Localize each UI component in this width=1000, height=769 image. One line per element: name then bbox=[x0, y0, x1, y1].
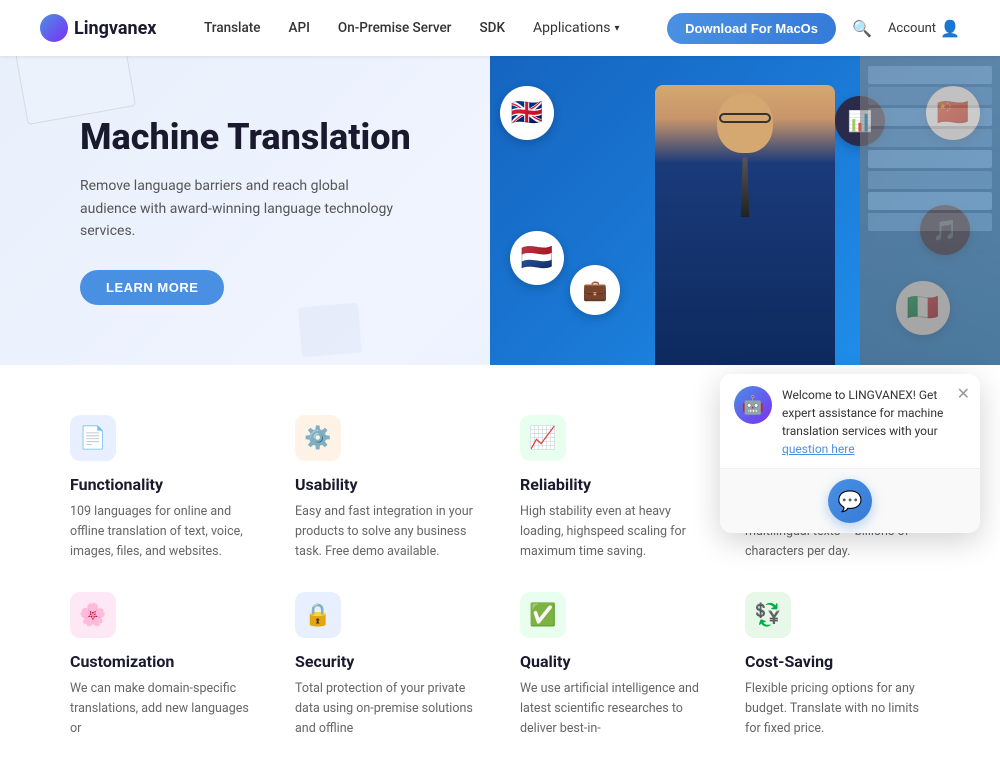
reliability-icon: 📈 bbox=[520, 415, 566, 461]
customization-icon: 🌸 bbox=[70, 592, 116, 638]
person-figure bbox=[655, 85, 835, 365]
reliability-desc: High stability even at heavy loading, hi… bbox=[520, 502, 705, 562]
search-icon[interactable]: 🔍 bbox=[852, 19, 872, 38]
navbar: Lingvanex Translate API On-Premise Serve… bbox=[0, 0, 1000, 56]
nav-api[interactable]: API bbox=[289, 20, 310, 36]
feature-functionality: 📄 Functionality 109 languages for online… bbox=[60, 415, 265, 562]
nav-applications-label: Applications bbox=[533, 20, 611, 36]
server-row bbox=[868, 108, 992, 126]
chat-avatar: 🤖 bbox=[734, 386, 772, 424]
deco-shape-bl bbox=[298, 303, 362, 358]
functionality-title: Functionality bbox=[70, 475, 255, 494]
server-row bbox=[868, 129, 992, 147]
quality-icon: ✅ bbox=[520, 592, 566, 638]
server-row bbox=[868, 213, 992, 231]
feature-security: 🔒 Security Total protection of your priv… bbox=[285, 592, 490, 739]
server-row bbox=[868, 87, 992, 105]
chevron-down-icon: ▾ bbox=[615, 23, 620, 34]
functionality-icon: 📄 bbox=[70, 415, 116, 461]
usability-title: Usability bbox=[295, 475, 480, 494]
quality-title: Quality bbox=[520, 652, 705, 671]
usability-icon: ⚙️ bbox=[295, 415, 341, 461]
logo-icon bbox=[40, 14, 68, 42]
account-icon: 👤 bbox=[940, 19, 960, 38]
functionality-desc: 109 languages for online and offline tra… bbox=[70, 502, 255, 562]
security-icon: 🔒 bbox=[295, 592, 341, 638]
cost-saving-icon: 💱 bbox=[745, 592, 791, 638]
chat-send-button[interactable]: 💬 bbox=[828, 479, 872, 523]
feature-cost-saving: 💱 Cost-Saving Flexible pricing options f… bbox=[735, 592, 940, 739]
nav-right: Download For MacOs 🔍 Account 👤 bbox=[667, 13, 960, 44]
reliability-title: Reliability bbox=[520, 475, 705, 494]
nav-on-premise[interactable]: On-Premise Server bbox=[338, 20, 452, 36]
flag-uk: 🇬🇧 bbox=[500, 86, 554, 140]
flag-nl: 🇳🇱 bbox=[510, 231, 564, 285]
security-desc: Total protection of your private data us… bbox=[295, 679, 480, 739]
hero-subtitle: Remove language barriers and reach globa… bbox=[80, 175, 400, 242]
customization-desc: We can make domain-specific translations… bbox=[70, 679, 255, 739]
customization-title: Customization bbox=[70, 652, 255, 671]
download-button[interactable]: Download For MacOs bbox=[667, 13, 836, 44]
usability-desc: Easy and fast integration in your produc… bbox=[295, 502, 480, 562]
security-title: Security bbox=[295, 652, 480, 671]
learn-more-button[interactable]: LEARN MORE bbox=[80, 270, 224, 305]
server-rack bbox=[860, 56, 1000, 365]
nav-translate[interactable]: Translate bbox=[204, 20, 260, 36]
account-menu[interactable]: Account 👤 bbox=[888, 19, 960, 38]
nav-logo[interactable]: Lingvanex bbox=[40, 14, 156, 42]
feature-usability: ⚙️ Usability Easy and fast integration i… bbox=[285, 415, 490, 562]
account-label: Account bbox=[888, 21, 936, 36]
feature-customization: 🌸 Customization We can make domain-speci… bbox=[60, 592, 265, 739]
server-row bbox=[868, 66, 992, 84]
server-row bbox=[868, 171, 992, 189]
person-tie bbox=[739, 157, 751, 217]
feature-quality: ✅ Quality We use artificial intelligence… bbox=[510, 592, 715, 739]
hero-person bbox=[615, 75, 875, 365]
chat-greeting-text: Welcome to LINGVANEX! Get expert assista… bbox=[782, 386, 966, 458]
chat-widget: ✕ 🤖 Welcome to LINGVANEX! Get expert ass… bbox=[720, 374, 980, 533]
hero-section: Machine Translation Remove language barr… bbox=[0, 56, 1000, 365]
logo-text: Lingvanex bbox=[74, 18, 156, 39]
nav-applications[interactable]: Applications ▾ bbox=[533, 20, 620, 36]
cost-saving-title: Cost-Saving bbox=[745, 652, 930, 671]
feature-reliability: 📈 Reliability High stability even at hea… bbox=[510, 415, 715, 562]
chat-close-button[interactable]: ✕ bbox=[957, 384, 970, 404]
quality-desc: We use artificial intelligence and lates… bbox=[520, 679, 705, 739]
chat-footer: 💬 bbox=[720, 469, 980, 533]
chat-header: ✕ 🤖 Welcome to LINGVANEX! Get expert ass… bbox=[720, 374, 980, 469]
hero-title: Machine Translation bbox=[80, 116, 450, 159]
chat-avatar-row: 🤖 Welcome to LINGVANEX! Get expert assis… bbox=[734, 386, 966, 458]
cost-saving-desc: Flexible pricing options for any budget.… bbox=[745, 679, 930, 739]
person-head bbox=[717, 93, 773, 153]
chat-link[interactable]: question here bbox=[782, 442, 855, 456]
server-row bbox=[868, 150, 992, 168]
nav-links: Translate API On-Premise Server SDK Appl… bbox=[204, 20, 620, 36]
person-glasses bbox=[719, 113, 771, 123]
nav-sdk[interactable]: SDK bbox=[479, 20, 505, 36]
server-row bbox=[868, 192, 992, 210]
hero-visual: 🇬🇧 🇳🇱 🇨🇳 🇮🇹 📊 🎵 💼 bbox=[490, 56, 1000, 365]
